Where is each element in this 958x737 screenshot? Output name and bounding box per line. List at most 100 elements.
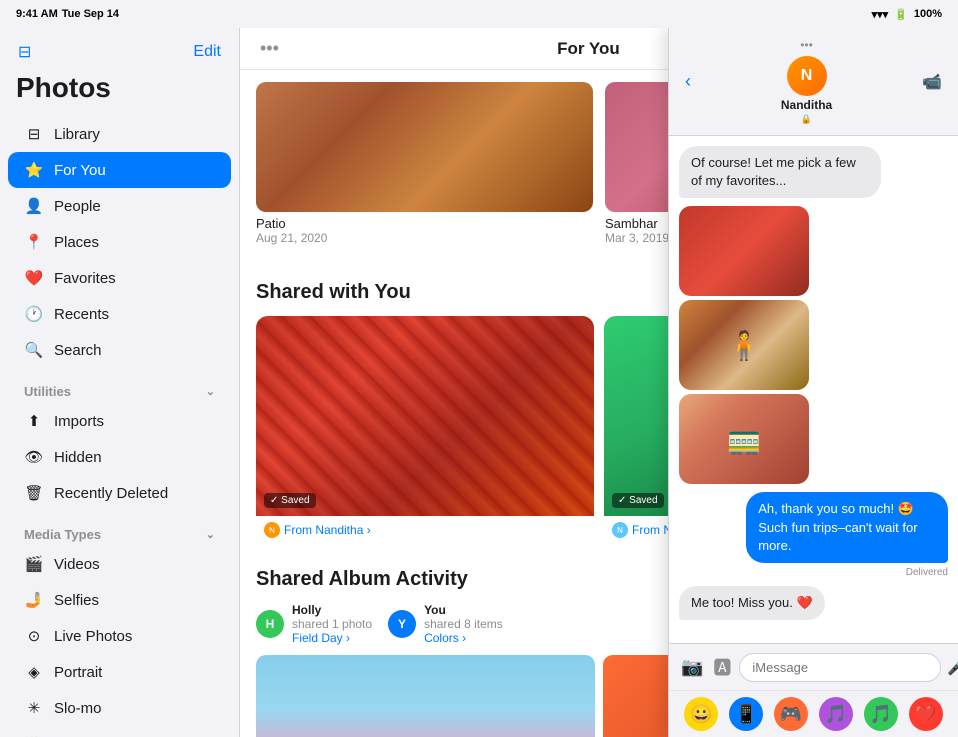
messages-header: ‹ ••• N Nanditha 🔒 📹 (669, 28, 958, 136)
media-types-label: Media Types (24, 527, 101, 542)
app-container: ⊟ Edit Photos ⊟ Library ⭐ For You 👤 Peop… (0, 28, 958, 737)
live-photos-icon: ⊙ (24, 626, 44, 646)
patio-date: Aug 21, 2020 (256, 231, 593, 245)
activity-person-holly: H Holly shared 1 photo Field Day › (256, 603, 372, 645)
emoji-button-3[interactable]: 🎮 (774, 697, 808, 731)
messages-header-center: ••• N Nanditha 🔒 (781, 38, 832, 125)
emoji-bar: 😀 📱 🎮 🎵 🎵 ❤️ (669, 690, 958, 737)
you-album[interactable]: Colors › (424, 631, 503, 645)
sidebar-item-places[interactable]: 📍 Places (8, 224, 231, 260)
portrait-icon: ◈ (24, 662, 44, 682)
contact-badge: 🔒 (801, 114, 812, 125)
msg-photo-train[interactable]: 🚃 (679, 394, 809, 484)
shared-photo-chilis[interactable]: ✓ Saved N From Nanditha › (256, 316, 594, 544)
library-icon: ⊟ (24, 124, 44, 144)
sidebar-collapse-button[interactable]: ⊟ (16, 40, 33, 64)
battery-percent: 100% (914, 8, 942, 20)
sidebar-item-recently-deleted[interactable]: 🗑 Recently Deleted (8, 475, 231, 511)
you-avatar: Y (388, 610, 416, 638)
camera-button[interactable]: 📷 (679, 655, 705, 680)
hidden-icon: 👁 (24, 447, 44, 467)
sidebar-item-people[interactable]: 👤 People (8, 188, 231, 224)
sidebar-item-label: Selfies (54, 592, 99, 609)
utilities-chevron: ⌄ (206, 385, 215, 398)
sidebar-item-label: Slo-mo (54, 700, 102, 717)
selfies-icon: 🤳 (24, 590, 44, 610)
sidebar-item-selfies[interactable]: 🤳 Selfies (8, 582, 231, 618)
msg-photo-person[interactable]: 🧍 (679, 300, 809, 390)
sidebar-item-search[interactable]: 🔍 Search (8, 332, 231, 368)
status-date: Tue Sep 14 (62, 8, 119, 20)
photos-title: Photos (0, 68, 239, 116)
sidebar-item-library[interactable]: ⊟ Library (8, 116, 231, 152)
emoji-button-2[interactable]: 📱 (729, 697, 763, 731)
sidebar: ⊟ Edit Photos ⊟ Library ⭐ For You 👤 Peop… (0, 28, 240, 737)
edit-button[interactable]: Edit (191, 41, 223, 63)
messages-panel: ‹ ••• N Nanditha 🔒 📹 Of course! Let me p… (668, 28, 958, 737)
activity-photo-flowers[interactable]: 🌻 (256, 655, 595, 737)
holly-detail: shared 1 photo (292, 617, 372, 631)
recents-icon: 🕐 (24, 304, 44, 324)
sidebar-item-imports[interactable]: ⬆ Imports (8, 403, 231, 439)
chilis-saved-badge: ✓ Saved (264, 493, 316, 508)
media-types-chevron: ⌄ (206, 528, 215, 541)
main-content: ••• For You Patio Aug 21, 2020 Sambhar M… (240, 28, 958, 737)
video-call-button[interactable]: 📹 (918, 68, 946, 96)
delivered-label: Delivered (906, 567, 948, 578)
sidebar-item-for-you[interactable]: ⭐ For You (8, 152, 231, 188)
header-dots-icon: ••• (260, 38, 279, 59)
bubble-received-2: Me too! Miss you. ❤️ (679, 586, 825, 620)
slo-mo-icon: ✳ (24, 698, 44, 718)
bubble-received-1: Of course! Let me pick a few of my favor… (679, 146, 881, 198)
holly-avatar: H (256, 610, 284, 638)
msg-photos-cluster: 🧍 🚃 (679, 206, 809, 484)
messages-input-bar: 📷 🅰 🎤 😀 📱 🎮 🎵 🎵 ❤️ (669, 643, 958, 737)
contact-name: Nanditha (781, 98, 832, 112)
sidebar-item-hidden[interactable]: 👁 Hidden (8, 439, 231, 475)
voice-button[interactable]: 🎤 (947, 657, 958, 677)
appstore-button[interactable]: 🅰 (711, 652, 733, 682)
chilis-from-label[interactable]: N From Nanditha › (256, 516, 594, 544)
contact-avatar: N (787, 56, 827, 96)
search-icon: 🔍 (24, 340, 44, 360)
sidebar-item-slo-mo[interactable]: ✳ Slo-mo (8, 690, 231, 726)
holly-album[interactable]: Field Day › (292, 631, 372, 645)
people-icon: 👤 (24, 196, 44, 216)
emoji-button-6[interactable]: ❤️ (909, 697, 943, 731)
emoji-button-1[interactable]: 😀 (684, 697, 718, 731)
messages-back-button[interactable]: ‹ (681, 67, 695, 96)
sidebar-item-label: Live Photos (54, 628, 132, 645)
sidebar-item-label: Search (54, 342, 102, 359)
activity-person-you: Y You shared 8 items Colors › (388, 603, 503, 645)
deleted-icon: 🗑 (24, 483, 44, 503)
msg-photo-chilis[interactable] (679, 206, 809, 296)
imports-icon: ⬆ (24, 411, 44, 431)
sidebar-item-label: People (54, 198, 101, 215)
sidebar-item-live-photos[interactable]: ⊙ Live Photos (8, 618, 231, 654)
wifi-icon: ▾▾▾ (872, 8, 889, 21)
sidebar-item-label: Places (54, 234, 99, 251)
neil-avatar: N (612, 522, 628, 538)
patio-thumbnail (256, 82, 593, 212)
emoji-button-5[interactable]: 🎵 (864, 697, 898, 731)
chilis-from-text: From Nanditha › (284, 523, 371, 537)
chilis-image: ✓ Saved (256, 316, 594, 516)
nanditha-avatar: N (264, 522, 280, 538)
top-photo-patio[interactable]: Patio Aug 21, 2020 (256, 82, 593, 245)
you-detail: shared 8 items (424, 617, 503, 631)
sidebar-header: ⊟ Edit (0, 28, 239, 68)
sidebar-item-screenshots[interactable]: 📸 Screenshots (8, 726, 231, 737)
bubble-sent-1: Ah, thank you so much! 🤩 Such fun trips–… (746, 492, 948, 563)
messages-header-dots-text: ••• (800, 38, 813, 52)
places-icon: 📍 (24, 232, 44, 252)
sidebar-item-portrait[interactable]: ◈ Portrait (8, 654, 231, 690)
battery-icon: 🔋 (894, 8, 908, 21)
sidebar-item-label: Imports (54, 413, 104, 430)
emoji-button-4[interactable]: 🎵 (819, 697, 853, 731)
sidebar-item-favorites[interactable]: ❤️ Favorites (8, 260, 231, 296)
status-bar-left: 9:41 AM Tue Sep 14 (16, 8, 119, 20)
media-types-section-header: Media Types ⌄ (0, 515, 239, 546)
imessage-input[interactable] (739, 653, 941, 682)
sidebar-item-recents[interactable]: 🕐 Recents (8, 296, 231, 332)
sidebar-item-videos[interactable]: 🎬 Videos (8, 546, 231, 582)
